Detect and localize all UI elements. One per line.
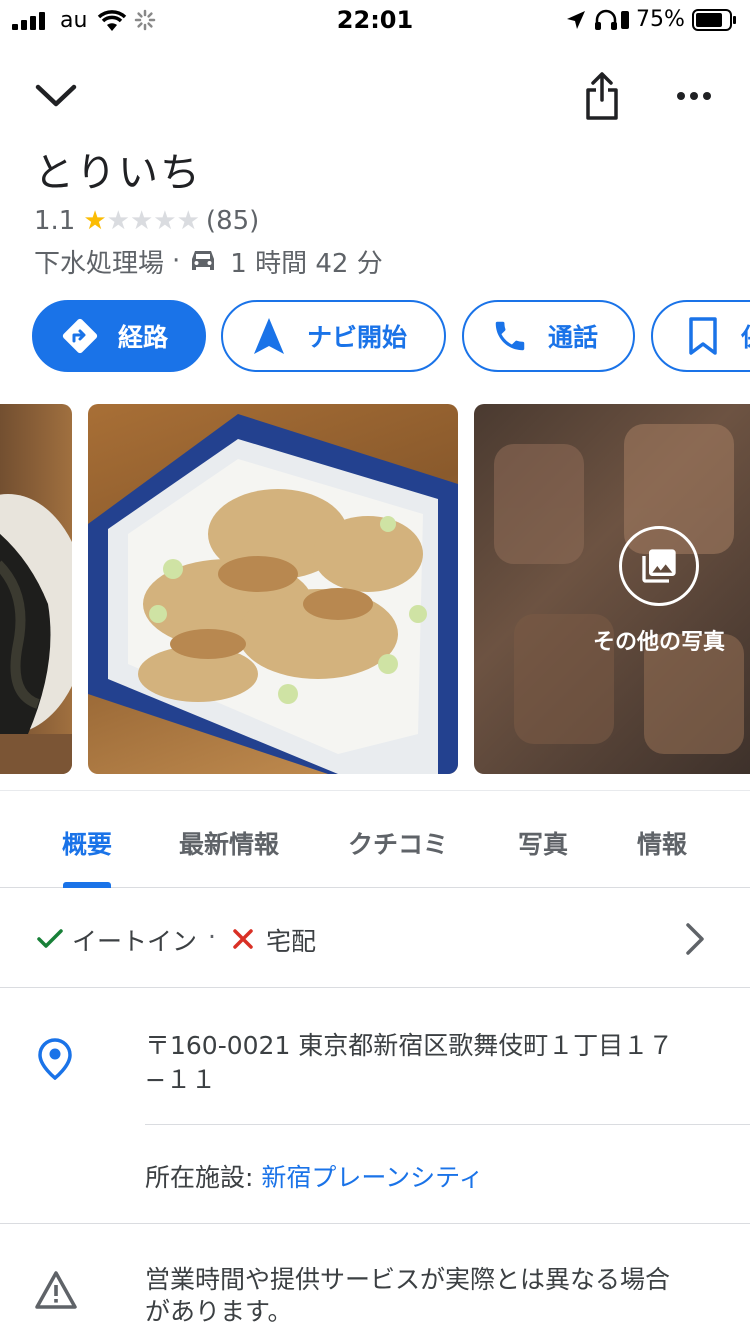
address-line-2: −１１ <box>145 1065 216 1094</box>
place-title: とりいち <box>34 150 202 196</box>
facility-link[interactable]: 新宿プレーンシティ <box>261 1163 483 1192</box>
directions-icon <box>58 314 102 358</box>
action-chips: 経路 ナビ開始 通話 保 <box>32 300 750 372</box>
car-icon <box>192 251 215 270</box>
star-empty-icon: ★ <box>129 206 154 236</box>
more-dots-icon <box>677 92 711 100</box>
meta-separator: · <box>172 246 181 276</box>
save-button[interactable]: 保 <box>651 300 750 372</box>
service-options-row[interactable]: イートイン · 宅配 <box>0 888 750 988</box>
more-options-button[interactable] <box>668 74 720 118</box>
star-empty-icon: ★ <box>176 206 200 236</box>
notice-row[interactable]: 営業時間や提供サービスが実際とは異なる場合 があります。 <box>0 1226 750 1334</box>
more-photos-tile[interactable]: その他の写真 <box>474 404 750 774</box>
tab-info[interactable]: 情報 <box>637 825 687 861</box>
tab-overview[interactable]: 概要 <box>62 825 112 861</box>
directions-button[interactable]: 経路 <box>32 300 206 372</box>
dine-in-label: イートイン <box>72 927 198 956</box>
navigation-arrow-icon <box>247 314 291 358</box>
star-empty-icon: ★ <box>153 206 177 236</box>
status-bar: au 22:01 75% <box>0 0 750 40</box>
address-line-1: 〒160-0021 東京都新宿区歌舞伎町１丁目１７ <box>145 1031 674 1060</box>
notice-line-2: があります。 <box>145 1297 293 1326</box>
share-icon <box>586 72 618 120</box>
star-rating: ★ ★ ★ ★ ★ <box>83 208 200 234</box>
facility-prefix: 所在施設: <box>145 1163 262 1192</box>
rating-value: 1.1 <box>34 206 76 236</box>
call-label: 通話 <box>548 323 599 352</box>
warning-icon <box>35 1271 77 1309</box>
location-pin-icon <box>38 1038 72 1080</box>
tab-updates[interactable]: 最新情報 <box>179 825 279 861</box>
phone-icon <box>488 314 532 358</box>
place-category: 下水処理場 <box>34 248 165 279</box>
star-filled-icon: ★ <box>83 206 107 236</box>
delivery-label: 宅配 <box>266 927 317 956</box>
directions-label: 経路 <box>118 323 169 352</box>
chevron-down-icon <box>35 84 77 107</box>
collapse-button[interactable] <box>26 70 86 122</box>
service-separator: · <box>208 922 216 951</box>
orientation-lock-icon <box>621 11 629 29</box>
travel-time: 1 時間 42 分 <box>230 248 383 279</box>
facility-row: 所在施設: 新宿プレーンシティ <box>0 1124 750 1224</box>
chevron-right-icon <box>686 923 704 955</box>
star-empty-icon: ★ <box>106 206 130 236</box>
notice-line-1: 営業時間や提供サービスが実際とは異なる場合 <box>145 1265 671 1294</box>
review-count: (85) <box>205 206 260 236</box>
save-label: 保 <box>741 318 750 354</box>
location-arrow-icon <box>567 11 585 29</box>
photo-carousel: その他の写真 <box>0 404 750 774</box>
call-button[interactable]: 通話 <box>462 300 635 372</box>
start-navigation-label: ナビ開始 <box>307 323 408 352</box>
rating-row[interactable]: 1.1 ★ ★ ★ ★ ★ (85) <box>34 204 259 238</box>
meta-row: 下水処理場 · 1 時間 42 分 <box>34 244 383 279</box>
photo-thumbnail[interactable] <box>88 404 458 774</box>
battery-percent: 75% <box>636 7 685 32</box>
start-navigation-button[interactable]: ナビ開始 <box>221 300 446 372</box>
bookmark-icon <box>681 314 725 358</box>
address-row[interactable]: 〒160-0021 東京都新宿区歌舞伎町１丁目１７ −１１ <box>0 1010 750 1110</box>
more-photos-label: その他の写真 <box>592 630 725 655</box>
tab-photos[interactable]: 写真 <box>518 825 568 861</box>
tab-bar: 概要 最新情報 クチコミ 写真 情報 <box>0 790 750 888</box>
share-button[interactable] <box>576 66 628 126</box>
check-icon <box>37 929 63 948</box>
photo-thumbnail[interactable] <box>0 404 72 774</box>
photo-library-icon <box>619 526 699 606</box>
tab-reviews[interactable]: クチコミ <box>348 825 448 861</box>
battery-icon <box>692 9 736 31</box>
cross-icon <box>233 929 253 949</box>
headphones-icon <box>595 9 617 30</box>
facility-text: 所在施設: 新宿プレーンシティ <box>145 1158 484 1194</box>
